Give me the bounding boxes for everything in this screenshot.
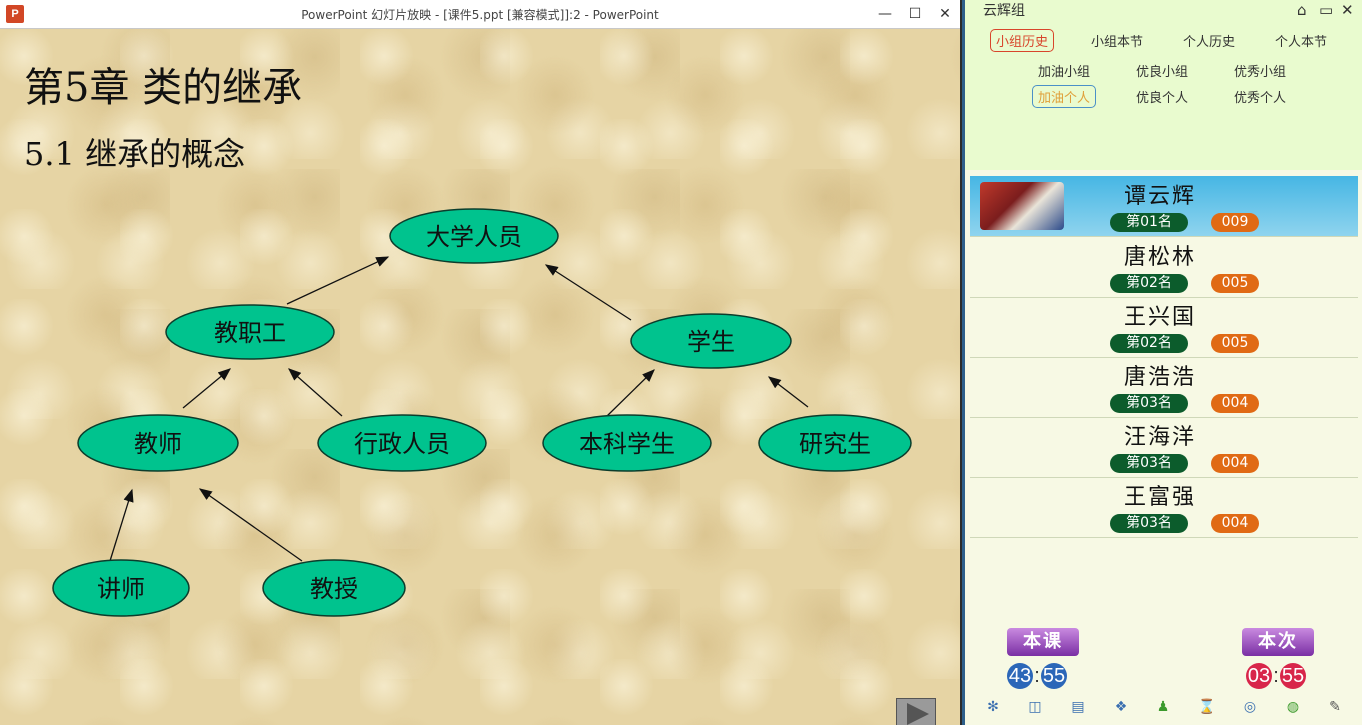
student-name: 谭云辉	[1123, 184, 1196, 209]
rank-badge: 第02名	[1110, 334, 1188, 353]
student-name: 唐浩浩	[1123, 365, 1196, 390]
rank-badge: 第03名	[1110, 514, 1188, 533]
timer-minutes: 43	[1007, 663, 1033, 689]
timer-seconds: 55	[1041, 663, 1067, 689]
student-row[interactable]: 唐松林 第02名 005	[970, 237, 1358, 298]
node-undergrad: 本科学生	[542, 414, 712, 472]
hourglass-icon[interactable]: ⌛	[1197, 699, 1217, 715]
globe-icon[interactable]: ◍	[1283, 699, 1303, 715]
student-name: 王兴国	[1123, 305, 1196, 330]
student-row[interactable]: 谭云辉 第01名 009	[970, 176, 1358, 237]
user-icon[interactable]: ♟	[1153, 699, 1173, 715]
svg-text:教授: 教授	[310, 575, 358, 603]
tab-good-group[interactable]: 优良小组	[1130, 59, 1194, 82]
node-university: 大学人员	[389, 208, 559, 264]
arrow-admin-to-staff	[288, 368, 343, 417]
svg-text:研究生: 研究生	[799, 430, 871, 458]
student-row[interactable]: 王兴国 第02名 005	[970, 297, 1358, 358]
tab-personal-history[interactable]: 个人历史	[1177, 29, 1241, 52]
gift-icon[interactable]: ❖	[1111, 699, 1131, 715]
node-teacher: 教师	[77, 414, 239, 472]
rank-badge: 第02名	[1110, 274, 1188, 293]
svg-text:行政人员: 行政人员	[354, 430, 450, 458]
node-staff: 教职工	[165, 304, 335, 360]
node-lecturer: 讲师	[52, 559, 190, 617]
tab-excellent-individual[interactable]: 优秀个人	[1228, 85, 1292, 108]
rank-badge: 第03名	[1110, 394, 1188, 413]
tab-good-individual[interactable]: 优良个人	[1130, 85, 1194, 108]
lesson-timer: 43:55	[1007, 663, 1067, 691]
node-graduate: 研究生	[758, 414, 912, 472]
svg-text:大学人员: 大学人员	[426, 223, 522, 251]
window-title: PowerPoint 幻灯片放映 - [课件5.ppt [兼容模式]]:2 - …	[301, 8, 659, 22]
arrow-teacher-to-staff	[182, 368, 232, 409]
rank-badge: 第03名	[1110, 454, 1188, 473]
settings-icon[interactable]: ✻	[983, 699, 1003, 715]
arrow-student-to-university	[544, 264, 632, 321]
close-icon[interactable]: ✕	[1341, 2, 1354, 18]
arrow-undergrad-to-student	[606, 369, 655, 417]
slide[interactable]: 第5章 类的继承 5.1 继承的概念 大学人员 教职工 学生 教师 行政人员 本…	[0, 29, 960, 725]
tab-group-history[interactable]: 小组历史	[990, 29, 1055, 52]
group-title: 云辉组	[983, 3, 1025, 19]
student-row[interactable]: 王富强 第03名 004	[970, 477, 1358, 538]
refresh-icon[interactable]: ◎	[1240, 699, 1260, 715]
student-row[interactable]: 唐浩浩 第03名 004	[970, 357, 1358, 418]
timer-separator: :	[1273, 665, 1279, 687]
home-icon[interactable]: ⌂	[1297, 2, 1307, 18]
scoring-panel: 云辉组 ⌂ ▭ ✕ 小组历史 小组本节 个人历史 个人本节 加油小组 优良小组 …	[962, 0, 1362, 725]
svg-text:本科学生: 本科学生	[579, 430, 675, 458]
tab-excellent-group[interactable]: 优秀小组	[1228, 59, 1292, 82]
book-icon[interactable]: ◫	[1025, 699, 1045, 715]
timer-separator: :	[1034, 665, 1040, 687]
maximize-button[interactable]: ☐	[904, 3, 926, 25]
rank-badge: 第01名	[1110, 213, 1188, 232]
svg-text:教师: 教师	[134, 430, 182, 458]
node-student: 学生	[630, 313, 792, 369]
avatar	[980, 182, 1064, 230]
panel-header: 云辉组 ⌂ ▭ ✕ 小组历史 小组本节 个人历史 个人本节 加油小组 优良小组 …	[965, 0, 1362, 170]
minimize-icon[interactable]: ▭	[1319, 2, 1333, 18]
session-timer: 03:55	[1246, 663, 1306, 691]
node-admin: 行政人员	[317, 414, 487, 472]
tab-cheer-group[interactable]: 加油小组	[1032, 59, 1096, 82]
score-badge: 004	[1211, 454, 1259, 473]
score-badge: 005	[1211, 274, 1259, 293]
score-badge: 004	[1211, 514, 1259, 533]
student-name: 汪海洋	[1123, 425, 1196, 450]
student-name: 唐松林	[1123, 245, 1196, 270]
close-button[interactable]: ✕	[934, 3, 956, 25]
document-icon[interactable]: ▤	[1068, 699, 1088, 715]
next-slide-button[interactable]	[896, 698, 936, 725]
session-badge[interactable]: 本次	[1242, 628, 1314, 656]
tool-icon[interactable]: ✎	[1325, 699, 1345, 715]
powerpoint-window: P PowerPoint 幻灯片放映 - [课件5.ppt [兼容模式]]:2 …	[0, 0, 960, 725]
bottom-toolbar: ✻ ◫ ▤ ❖ ♟ ⌛ ◎ ◍ ✎	[965, 697, 1362, 721]
score-badge: 004	[1211, 394, 1259, 413]
play-icon	[907, 703, 929, 725]
student-row[interactable]: 汪海洋 第03名 004	[970, 417, 1358, 478]
arrow-professor-to-teacher	[198, 488, 303, 562]
inheritance-diagram: 大学人员 教职工 学生 教师 行政人员 本科学生 研究生 讲师 教授	[52, 208, 912, 617]
title-bar: P PowerPoint 幻灯片放映 - [课件5.ppt [兼容模式]]:2 …	[0, 0, 960, 29]
tab-personal-this-section[interactable]: 个人本节	[1269, 29, 1333, 52]
score-badge: 009	[1211, 213, 1259, 232]
svg-text:教职工: 教职工	[214, 319, 286, 347]
score-badge: 005	[1211, 334, 1259, 353]
tab-group-this-section[interactable]: 小组本节	[1085, 29, 1149, 52]
student-name: 王富强	[1123, 485, 1196, 510]
timer-minutes: 03	[1246, 663, 1272, 689]
arrow-staff-to-university	[286, 256, 390, 305]
timer-seconds: 55	[1280, 663, 1306, 689]
lesson-badge[interactable]: 本课	[1007, 628, 1079, 656]
arrow-graduate-to-student	[767, 376, 809, 408]
node-professor: 教授	[262, 559, 406, 617]
svg-text:讲师: 讲师	[97, 575, 145, 603]
svg-text:学生: 学生	[687, 328, 735, 356]
minimize-button[interactable]: —	[874, 3, 896, 25]
tab-cheer-individual[interactable]: 加油个人	[1032, 85, 1097, 108]
arrow-lecturer-to-teacher	[109, 488, 134, 562]
